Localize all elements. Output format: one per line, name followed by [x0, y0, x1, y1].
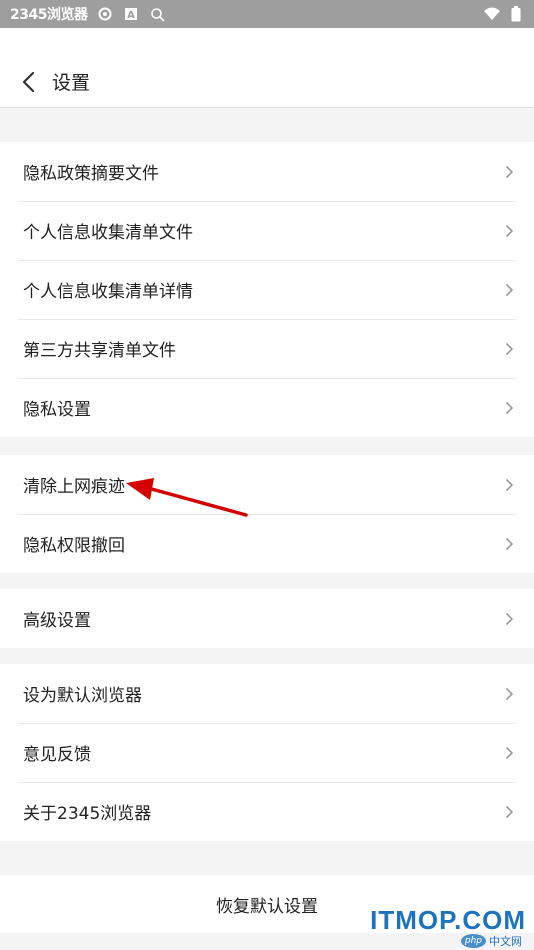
menu-item-label: 第三方共享清单文件 [23, 341, 176, 361]
menu-item-privacy-summary[interactable]: 隐私政策摘要文件 [0, 142, 534, 201]
watermark-sub-text: 中文网 [489, 935, 522, 948]
menu-item-revoke-permissions[interactable]: 隐私权限撤回 [0, 514, 534, 573]
chevron-right-icon [502, 478, 516, 492]
menu-item-label: 设为默认浏览器 [23, 686, 142, 706]
settings-group-privacy: 隐私政策摘要文件 个人信息收集清单文件 个人信息收集清单详情 第三方共享清单文件… [0, 142, 534, 437]
menu-item-third-party-sharing[interactable]: 第三方共享清单文件 [0, 319, 534, 378]
status-right [484, 6, 524, 22]
status-app-name: 2345浏览器 [10, 7, 88, 23]
settings-group-clear: 清除上网痕迹 隐私权限撤回 [0, 455, 534, 573]
chevron-right-icon [502, 165, 516, 179]
status-bar: 2345浏览器 A [0, 0, 534, 28]
menu-item-personal-info-list[interactable]: 个人信息收集清单文件 [0, 201, 534, 260]
back-arrow-icon [22, 71, 35, 93]
chevron-right-icon [502, 401, 516, 415]
menu-item-label: 隐私权限撤回 [23, 536, 125, 556]
chevron-right-icon [502, 746, 516, 760]
chevron-right-icon [502, 805, 516, 819]
watermark-logo: ITMOP.COM [370, 905, 526, 935]
settings-group-about: 设为默认浏览器 意见反馈 关于2345浏览器 [0, 664, 534, 841]
menu-item-advanced-settings[interactable]: 高级设置 [0, 589, 534, 648]
menu-item-clear-history[interactable]: 清除上网痕迹 [0, 455, 534, 514]
menu-item-feedback[interactable]: 意见反馈 [0, 723, 534, 782]
search-icon [149, 6, 165, 22]
status-left: 2345浏览器 A [10, 4, 165, 24]
menu-item-label: 个人信息收集清单详情 [23, 282, 193, 302]
svg-text:A: A [128, 10, 136, 21]
menu-item-label: 隐私设置 [23, 400, 91, 420]
chevron-right-icon [502, 537, 516, 551]
watermark-sub: php 中文网 [460, 933, 522, 949]
menu-item-about[interactable]: 关于2345浏览器 [0, 782, 534, 841]
watermark-badge: php [460, 934, 486, 948]
menu-item-label: 高级设置 [23, 611, 91, 631]
chevron-right-icon [502, 342, 516, 356]
chevron-right-icon [502, 283, 516, 297]
chevron-right-icon [502, 224, 516, 238]
page-title: 设置 [52, 72, 91, 94]
chevron-right-icon [502, 687, 516, 701]
menu-item-label: 关于2345浏览器 [23, 804, 152, 824]
menu-item-label: 清除上网痕迹 [23, 477, 125, 497]
settings-group-advanced: 高级设置 [0, 589, 534, 648]
chevron-right-icon [502, 612, 516, 626]
battery-icon [508, 6, 524, 22]
menu-item-privacy-settings[interactable]: 隐私设置 [0, 378, 534, 437]
settings-icon [97, 6, 113, 22]
menu-item-label: 隐私政策摘要文件 [23, 164, 159, 184]
app-header: 设置 [0, 28, 534, 108]
menu-item-personal-info-details[interactable]: 个人信息收集清单详情 [0, 260, 534, 319]
menu-item-label: 意见反馈 [23, 745, 91, 765]
menu-item-default-browser[interactable]: 设为默认浏览器 [0, 664, 534, 723]
watermark: ITMOP.COM php 中文网 [370, 905, 526, 948]
back-button[interactable] [14, 68, 42, 96]
a-icon: A [123, 6, 139, 22]
wifi-icon [484, 6, 500, 22]
menu-item-label: 个人信息收集清单文件 [23, 223, 193, 243]
reset-defaults-label: 恢复默认设置 [216, 896, 318, 917]
